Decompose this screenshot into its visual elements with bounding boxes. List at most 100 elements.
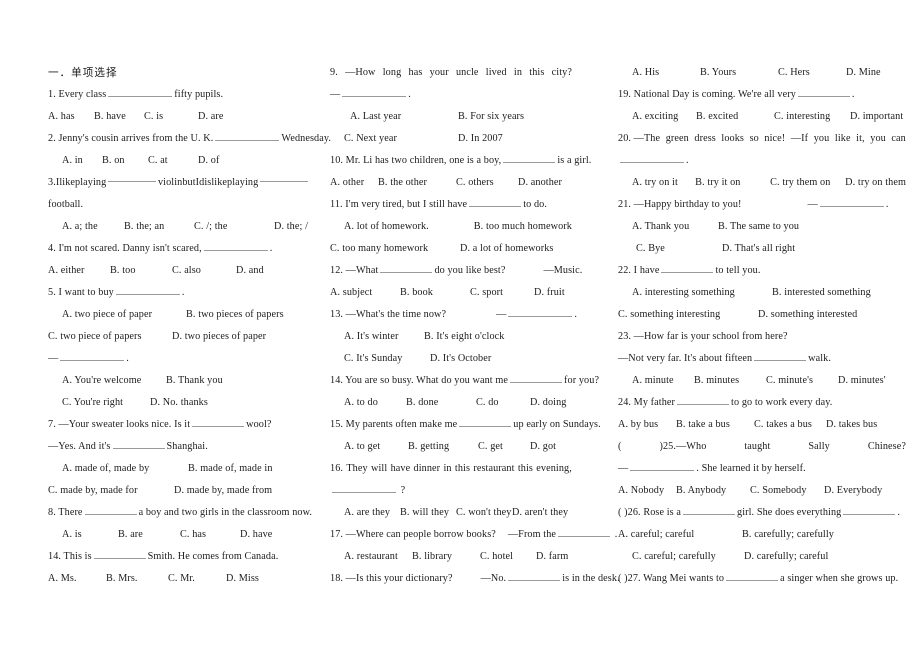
option-choice[interactable]: A. to get (344, 436, 408, 458)
option-choice[interactable]: D. are (198, 106, 224, 128)
option-choice[interactable]: D. try on them (845, 172, 906, 194)
option-choice[interactable]: A. are they (344, 502, 400, 524)
option-choice[interactable]: D. made by, made from (174, 480, 272, 502)
answer-blank[interactable] (115, 285, 180, 295)
option-choice[interactable]: D. takes bus (826, 414, 877, 436)
answer-blank[interactable] (84, 505, 137, 515)
option-choice[interactable]: A. by bus (618, 414, 676, 436)
option-choice[interactable]: D. have (240, 524, 272, 546)
option-choice[interactable]: B. two pieces of papers (186, 304, 284, 326)
answer-blank[interactable] (819, 197, 884, 207)
option-choice[interactable]: B. excited (696, 106, 774, 128)
answer-blank[interactable] (503, 153, 556, 163)
option-choice[interactable]: B. For six years (458, 106, 524, 128)
option-choice[interactable]: C. Hers (778, 62, 846, 84)
option-choice[interactable]: D. In 2007 (458, 128, 503, 150)
answer-blank[interactable] (754, 351, 807, 361)
option-choice[interactable]: A. made of, made by (62, 458, 188, 480)
answer-blank[interactable] (661, 263, 714, 273)
option-choice[interactable]: B. the other (378, 172, 456, 194)
option-choice[interactable]: A. Ms. (48, 568, 106, 590)
option-choice[interactable]: A. Thank you (632, 216, 718, 238)
option-choice[interactable]: A. lot of homework. (344, 216, 474, 238)
option-choice[interactable]: B. have (94, 106, 144, 128)
option-choice[interactable]: C. at (148, 150, 198, 172)
option-choice[interactable]: D. two pieces of paper (172, 326, 266, 348)
option-choice[interactable]: C. get (478, 436, 530, 458)
option-choice[interactable]: D. something interested (758, 304, 857, 326)
option-choice[interactable]: A. to do (344, 392, 406, 414)
answer-blank[interactable] (620, 153, 684, 163)
answer-blank[interactable] (342, 87, 407, 97)
answer-blank[interactable] (677, 395, 730, 405)
option-choice[interactable]: B. the; an (124, 216, 194, 238)
option-choice[interactable]: A. It's winter (344, 326, 424, 348)
option-choice[interactable]: D. It's October (430, 348, 491, 370)
option-choice[interactable]: D. carefully; careful (744, 546, 828, 568)
answer-blank[interactable] (203, 241, 268, 251)
option-choice[interactable]: B. will they (400, 502, 456, 524)
option-choice[interactable]: B. on (102, 150, 148, 172)
answer-blank[interactable] (332, 483, 396, 493)
option-choice[interactable]: C. takes a bus (754, 414, 826, 436)
option-choice[interactable]: D. Miss (226, 568, 259, 590)
option-choice[interactable]: C. Next year (344, 128, 458, 150)
answer-blank[interactable] (510, 373, 563, 383)
option-choice[interactable]: D. Mine (846, 62, 881, 84)
option-choice[interactable]: C. careful; carefully (632, 546, 744, 568)
option-choice[interactable]: C. two piece of papers (48, 326, 172, 348)
option-choice[interactable]: D. minutes' (838, 370, 886, 392)
answer-blank[interactable] (192, 417, 245, 427)
option-choice[interactable]: A. You're welcome (62, 370, 166, 392)
option-choice[interactable]: B. too (110, 260, 172, 282)
option-choice[interactable]: B. done (406, 392, 476, 414)
option-choice[interactable]: B. Yours (700, 62, 778, 84)
option-choice[interactable]: B. made of, made in (188, 458, 273, 480)
option-choice[interactable]: C. try them on (770, 172, 845, 194)
option-choice[interactable]: C. hotel (480, 546, 536, 568)
option-choice[interactable]: C. Mr. (168, 568, 226, 590)
option-choice[interactable]: D. fruit (534, 282, 565, 304)
answer-blank[interactable] (683, 505, 735, 515)
answer-blank[interactable] (508, 307, 573, 317)
option-choice[interactable]: D. got (530, 436, 556, 458)
option-choice[interactable]: A. careful; careful (618, 524, 742, 546)
option-choice[interactable]: B. Thank you (166, 370, 223, 392)
option-choice[interactable]: B. try it on (695, 172, 770, 194)
option-choice[interactable]: A. restaurant (344, 546, 412, 568)
option-choice[interactable]: A. subject (330, 282, 400, 304)
option-choice[interactable]: B. Anybody (676, 480, 750, 502)
option-choice[interactable]: C. too many homework (330, 238, 460, 260)
answer-blank[interactable] (797, 87, 850, 97)
answer-blank[interactable] (380, 263, 433, 273)
option-choice[interactable]: D. a lot of homeworks (460, 238, 554, 260)
option-choice[interactable]: D. important (850, 106, 903, 128)
answer-blank[interactable] (112, 439, 165, 449)
option-choice[interactable]: C. /; the (194, 216, 274, 238)
option-choice[interactable]: B. Mrs. (106, 568, 168, 590)
option-choice[interactable]: A. interesting something (632, 282, 772, 304)
option-choice[interactable]: A. Last year (350, 106, 458, 128)
option-choice[interactable]: C. do (476, 392, 530, 414)
option-choice[interactable]: D. Everybody (824, 480, 882, 502)
option-choice[interactable]: A. exciting (632, 106, 696, 128)
option-choice[interactable]: C. minute's (766, 370, 838, 392)
option-choice[interactable]: C. made by, made for (48, 480, 174, 502)
option-choice[interactable]: D. aren't they (512, 502, 568, 524)
option-choice[interactable]: D. and (236, 260, 264, 282)
option-choice[interactable]: C. won't they (456, 502, 512, 524)
option-choice[interactable]: C. It's Sunday (344, 348, 430, 370)
option-choice[interactable]: A. minute (632, 370, 694, 392)
option-choice[interactable]: A. either (48, 260, 110, 282)
option-choice[interactable]: B. It's eight o'clock (424, 326, 504, 348)
answer-blank[interactable] (459, 417, 512, 427)
option-choice[interactable]: D. the; / (274, 216, 308, 238)
option-choice[interactable]: C. has (180, 524, 240, 546)
answer-blank[interactable] (60, 351, 125, 361)
option-choice[interactable]: D. doing (530, 392, 566, 414)
option-choice[interactable]: A. a; the (62, 216, 124, 238)
option-choice[interactable]: A. His (632, 62, 700, 84)
option-choice[interactable]: B. minutes (694, 370, 766, 392)
option-choice[interactable]: C. Somebody (750, 480, 824, 502)
answer-blank[interactable] (215, 131, 280, 141)
